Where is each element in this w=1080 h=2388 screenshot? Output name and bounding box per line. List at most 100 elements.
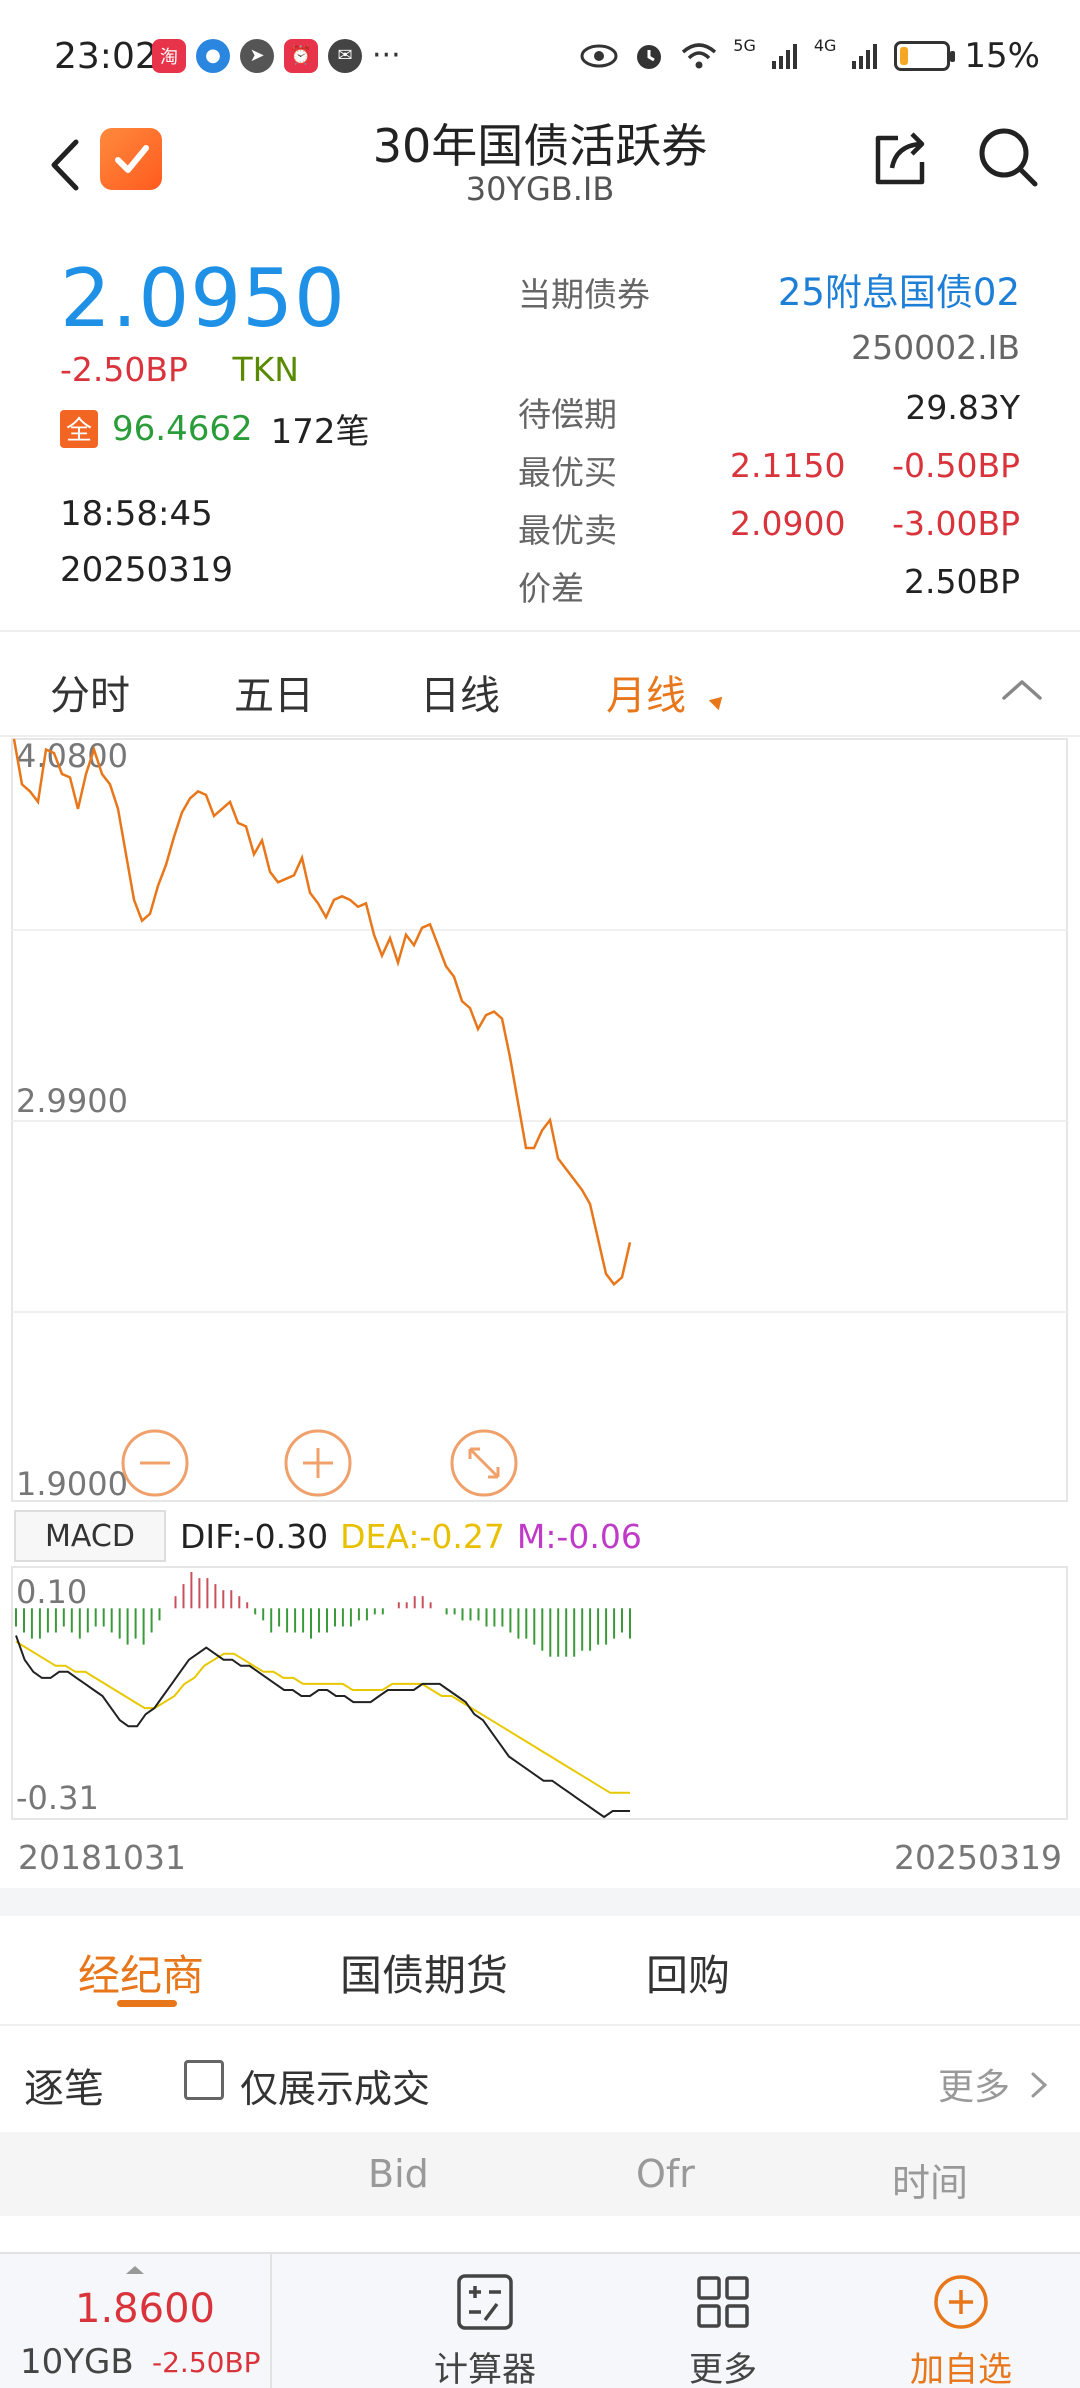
only-deals-checkbox[interactable]: [184, 2060, 224, 2100]
maturity-label: 待偿期: [518, 395, 617, 434]
dea-value: DEA:-0.27: [340, 1516, 505, 1556]
more-notifications-icon: ···: [372, 38, 401, 73]
full-price: 96.4662: [112, 408, 253, 449]
signal-icon: [771, 44, 797, 69]
tab-five-day[interactable]: 五日: [234, 663, 314, 721]
price-line: [12, 738, 632, 1287]
paper-plane-app-icon: ➤: [240, 38, 274, 73]
dea-line: [15, 1640, 630, 1794]
calculator-button[interactable]: 计算器: [400, 2254, 570, 2388]
expand-up-icon[interactable]: [126, 2266, 144, 2274]
best-bid-label: 最优买: [518, 453, 617, 492]
last-yield: 2.0950: [60, 252, 346, 345]
divider: [0, 630, 1080, 632]
best-ask-price: 2.0900: [730, 504, 846, 543]
header: 30年国债活跃券 30YGB.IB: [0, 100, 1080, 230]
current-bond-label: 当期债券: [518, 275, 650, 314]
zoom-in-button[interactable]: [284, 1429, 352, 1497]
fullscreen-button[interactable]: [450, 1429, 518, 1497]
chart-end-date: 20250319: [894, 1838, 1062, 1877]
taobao-app-icon: 淘: [152, 38, 186, 73]
more-button[interactable]: 更多: [638, 2254, 808, 2388]
alarm-app-icon: ⏰: [284, 38, 318, 73]
column-bid: Bid: [368, 2152, 429, 2196]
current-bond-code: 250002.IB: [851, 328, 1020, 367]
battery-percent: 15%: [964, 36, 1040, 76]
full-price-row: 全 96.4662 172笔: [60, 404, 370, 453]
macd-chart-frame: [11, 1566, 1068, 1820]
y-tick-label: 4.0800: [16, 737, 128, 775]
wifi-icon: [682, 43, 717, 69]
add-watchlist-label: 加自选: [910, 2350, 1012, 2388]
macd-y-tick-label: -0.31: [16, 1779, 99, 1817]
tab-repo[interactable]: 回购: [646, 1942, 730, 2003]
y-tick-label: 1.9000: [16, 1465, 128, 1503]
collapse-chevron-icon[interactable]: [1000, 676, 1044, 702]
quote-source: TKN: [232, 350, 299, 389]
chart-start-date: 20181031: [18, 1838, 186, 1877]
chart-tabs: 分时 五日 日线 月线: [0, 633, 1080, 737]
change-bp: -2.50BP: [60, 350, 188, 389]
more-link[interactable]: 更多: [938, 2058, 1010, 2110]
macd-y-tick-label: 0.10: [16, 1573, 87, 1611]
spread-value: 2.50BP: [903, 562, 1020, 601]
best-ask-change: -3.00BP: [892, 504, 1020, 543]
change-row: -2.50BP TKN: [60, 350, 299, 389]
best-bid-change: -0.50BP: [892, 446, 1020, 485]
macd-indicator-button[interactable]: MACD: [14, 1510, 166, 1562]
signal-5g-label: 5G: [733, 36, 756, 55]
calculator-label: 计算器: [434, 2350, 536, 2388]
chart-area[interactable]: 4.0800 2.9900 1.9000 0.10 -0.31: [0, 737, 1080, 1837]
active-tab-indicator: [117, 2000, 177, 2007]
tab-intraday[interactable]: 分时: [50, 663, 130, 721]
column-ofr: Ofr: [636, 2152, 695, 2196]
more-label: 更多: [689, 2350, 757, 2388]
dif-line: [15, 1635, 630, 1819]
status-bar: 23:02 淘 ● ➤ ⏰ ✉ ··· 5G 4G 15%: [0, 0, 1080, 110]
battery-icon: [894, 41, 956, 71]
search-icon[interactable]: [975, 124, 1041, 190]
spread-label: 价差: [518, 569, 584, 608]
m-value: M:-0.06: [516, 1516, 642, 1556]
section-gap: [0, 1888, 1080, 1916]
full-price-badge: 全: [60, 409, 98, 448]
notification-icons: 淘 ● ➤ ⏰ ✉ ···: [152, 38, 401, 73]
best-ask-label: 最优卖: [518, 511, 617, 550]
tab-dropdown-icon[interactable]: [708, 691, 728, 711]
column-time: 时间: [892, 2161, 969, 2205]
only-deals-label[interactable]: 仅展示成交: [240, 2058, 430, 2113]
maturity-value: 29.83Y: [905, 388, 1020, 427]
battery-level: [900, 47, 909, 65]
calculator-icon: [457, 2274, 513, 2330]
share-icon[interactable]: [870, 124, 932, 190]
status-time: 23:02: [54, 36, 158, 77]
tab-daily[interactable]: 日线: [420, 663, 500, 721]
trades-title: 逐笔: [24, 2066, 104, 2112]
signal-4g-label: 4G: [813, 36, 837, 55]
eye-icon: [580, 44, 618, 68]
tab-monthly[interactable]: 月线: [606, 663, 686, 721]
add-watchlist-button[interactable]: 加自选: [876, 2254, 1046, 2388]
mini-quote-change: -2.50BP: [152, 2346, 261, 2379]
divider: [270, 2254, 272, 2388]
quote-time: 18:58:45: [60, 494, 213, 534]
macd-legend: MACD DIF:-0.30 DEA:-0.27 M:-0.06: [14, 1510, 642, 1562]
add-circle-icon: [934, 2275, 988, 2329]
dif-value: DIF:-0.30: [180, 1516, 329, 1556]
mini-quote-price[interactable]: 1.8600: [75, 2286, 215, 2332]
tab-bond-futures[interactable]: 国债期货: [340, 1942, 508, 2003]
zoom-out-button[interactable]: [121, 1429, 189, 1497]
signal-icon: [852, 44, 878, 69]
bottom-bar: 1.8600 10YGB -2.50BP 计算器 更多 加自选: [0, 2252, 1080, 2388]
quote-date: 20250319: [60, 550, 234, 590]
trades-table-header: Bid Ofr 时间: [0, 2132, 1080, 2216]
best-bid-price: 2.1150: [730, 446, 846, 485]
current-bond-link[interactable]: 25附息国债02: [778, 262, 1020, 316]
tab-broker[interactable]: 经纪商: [78, 1942, 204, 2003]
system-icons: 5G 4G 15%: [579, 36, 1040, 76]
mini-quote-name[interactable]: 10YGB: [20, 2342, 134, 2382]
trade-count: 172笔: [270, 412, 370, 452]
wechat-app-icon: ✉: [328, 38, 362, 73]
trades-header: 逐笔 仅展示成交 更多: [0, 2024, 1080, 2132]
chevron-right-icon[interactable]: [1028, 2070, 1050, 2100]
